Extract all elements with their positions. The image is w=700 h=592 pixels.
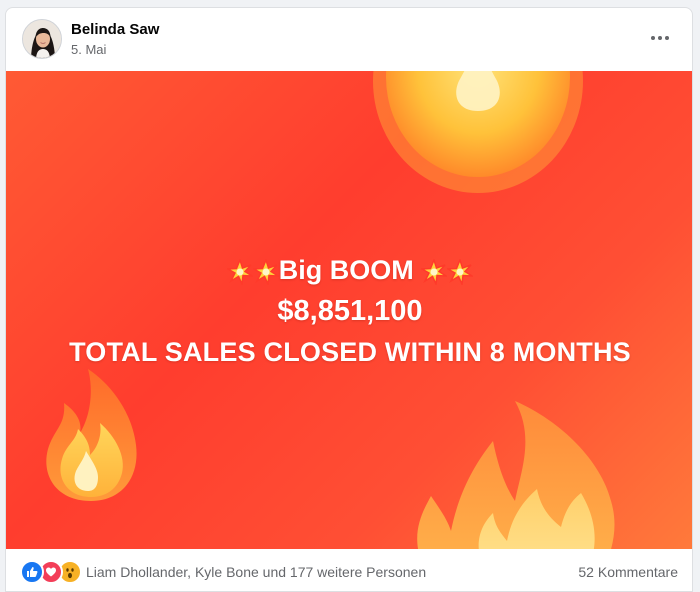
headline-big-boom: Big BOOM [278, 255, 414, 285]
headline-line-1: Big BOOM [6, 255, 692, 286]
fire-orb-icon [373, 71, 583, 193]
avatar[interactable] [22, 19, 62, 59]
post-header: Belinda Saw 5. Mai [6, 8, 692, 72]
collision-icon [421, 258, 448, 285]
flame-right-icon [417, 401, 615, 549]
collision-icon [252, 258, 279, 285]
more-options-button[interactable] [642, 24, 678, 52]
post-card: Belinda Saw 5. Mai Big BOOM $8,851,100 T… [5, 7, 693, 592]
reaction-icons[interactable] [20, 560, 82, 584]
like-icon [20, 560, 44, 584]
avatar-image [23, 20, 61, 58]
comments-count[interactable]: 52 Kommentare [578, 564, 678, 580]
author-name[interactable]: Belinda Saw [71, 21, 159, 38]
collision-icon [226, 258, 253, 285]
post-image[interactable]: Big BOOM $8,851,100 TOTAL SALES CLOSED W… [6, 71, 692, 549]
flame-left-icon [46, 369, 137, 501]
collision-icon [447, 258, 474, 285]
post-footer: Liam Dhollander, Kyle Bone und 177 weite… [6, 549, 692, 591]
reactors-text[interactable]: Liam Dhollander, Kyle Bone und 177 weite… [86, 564, 426, 580]
headline-amount: $8,851,100 [277, 295, 423, 327]
ellipsis-icon [651, 36, 669, 40]
headline-total-sales: TOTAL SALES CLOSED WITHIN 8 MONTHS [69, 337, 631, 367]
post-date[interactable]: 5. Mai [71, 42, 106, 57]
